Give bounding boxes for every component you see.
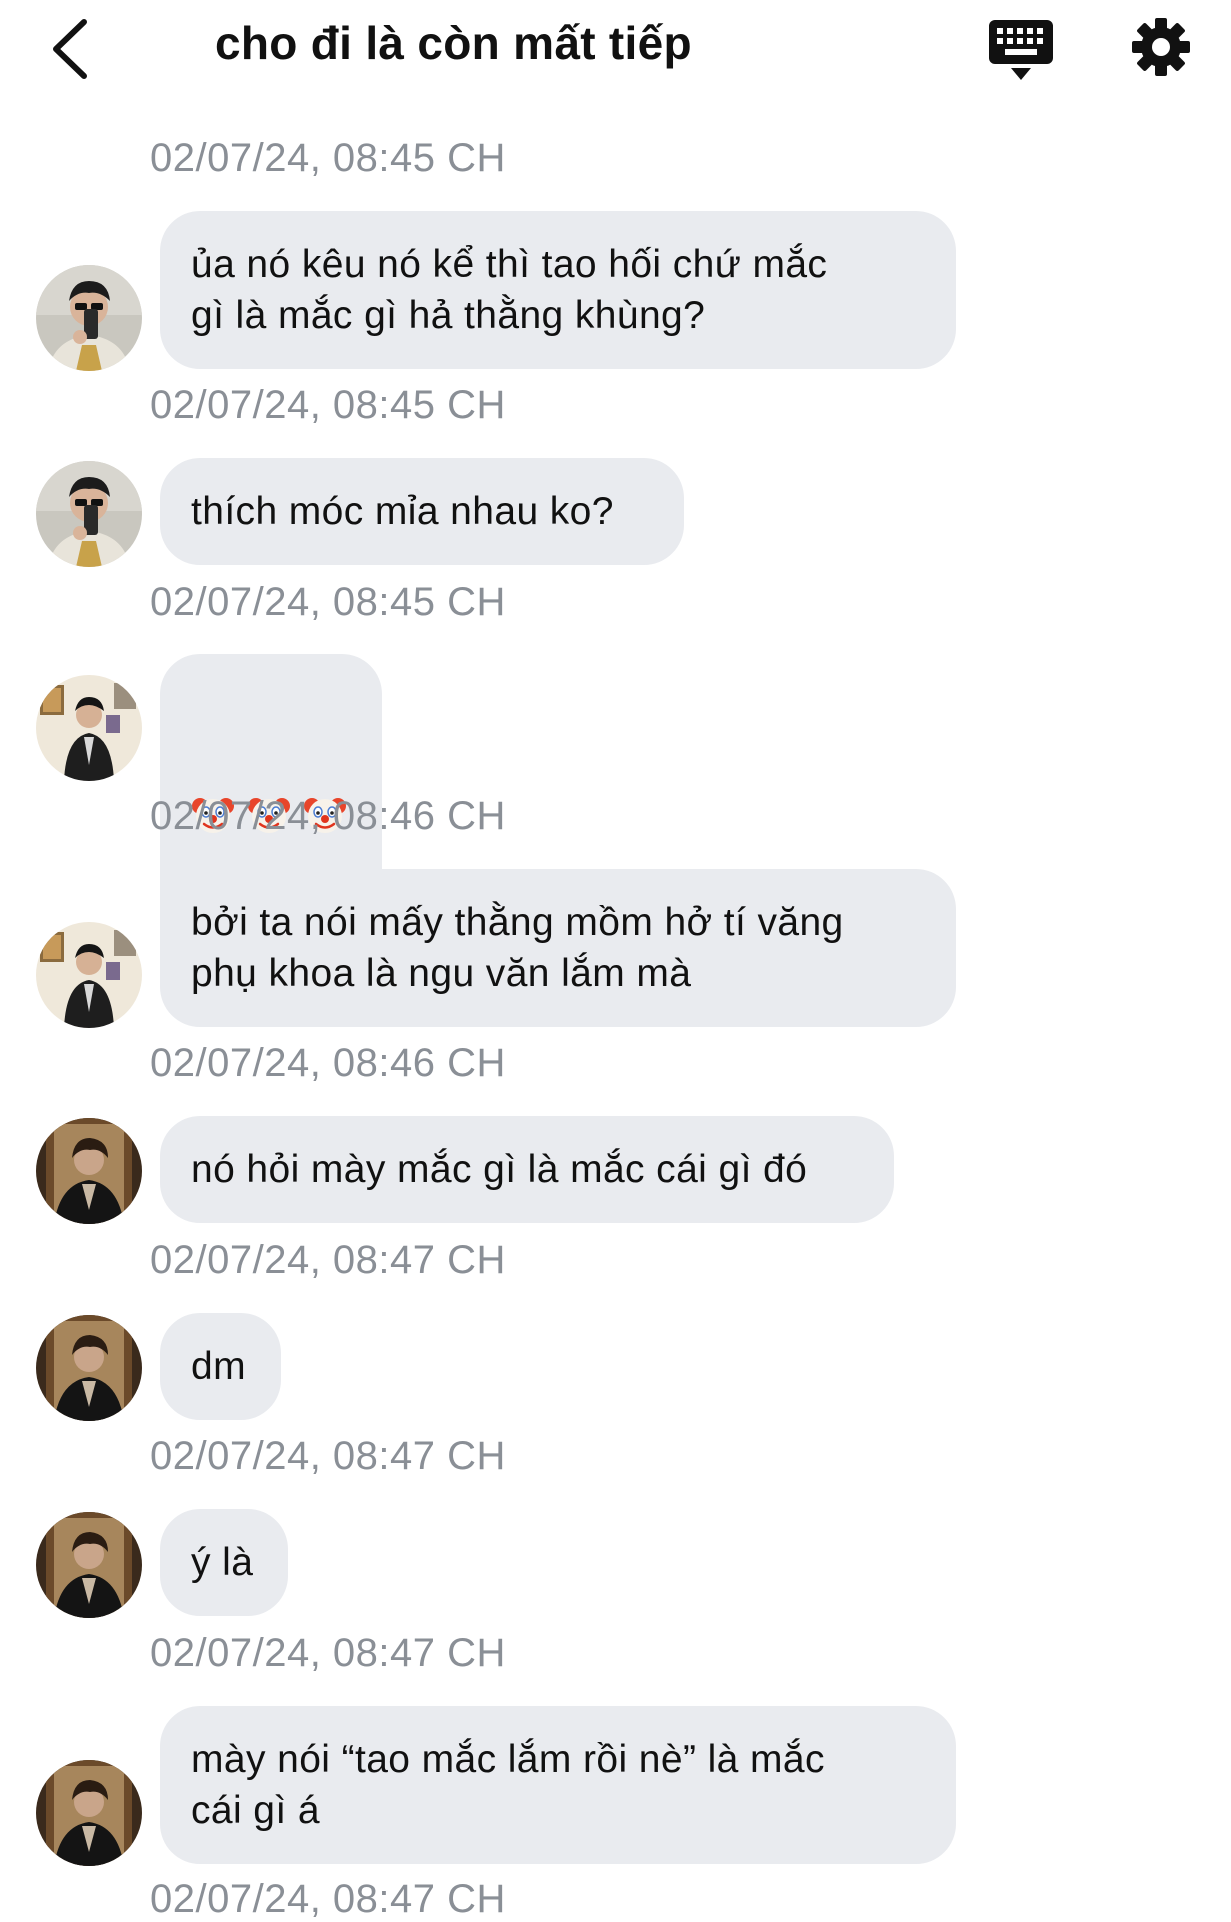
avatar[interactable] xyxy=(36,1315,142,1421)
avatar[interactable] xyxy=(36,1760,142,1866)
avatar[interactable] xyxy=(36,265,142,371)
message-timestamp: 02/07/24, 08:47 CH xyxy=(150,1238,506,1282)
message-timestamp: 02/07/24, 08:47 CH xyxy=(150,1434,506,1478)
avatar-dark-image xyxy=(36,1315,142,1421)
message-bubble[interactable]: mày nói “tao mắc lắm rồi nè” là mắc cái … xyxy=(160,1706,956,1864)
message-timestamp: 02/07/24, 08:45 CH xyxy=(150,580,506,624)
avatar[interactable] xyxy=(36,1118,142,1224)
message-timestamp: 02/07/24, 08:46 CH xyxy=(150,794,506,838)
message-bubble[interactable]: ủa nó kêu nó kể thì tao hối chứ mắc gì l… xyxy=(160,211,956,369)
message-bubble[interactable]: nó hỏi mày mắc gì là mắc cái gì đó xyxy=(160,1116,894,1223)
message-bubble[interactable]: bởi ta nói mấy thằng mồm hở tí văng phụ … xyxy=(160,869,956,1027)
message-bubble[interactable]: ý là xyxy=(160,1509,288,1616)
message-feed[interactable]: 02/07/24, 08:45 CH ủa nó kêu nó kể thì t… xyxy=(0,0,1231,1921)
avatar-jacket-image xyxy=(36,922,142,1028)
avatar-sunglasses-image xyxy=(36,265,142,371)
avatar-dark-image xyxy=(36,1512,142,1618)
message-bubble[interactable]: dm xyxy=(160,1313,281,1420)
avatar[interactable] xyxy=(36,675,142,781)
avatar[interactable] xyxy=(36,922,142,1028)
avatar-jacket-image xyxy=(36,675,142,781)
message-bubble[interactable]: thích móc mỉa nhau ko? xyxy=(160,458,684,565)
avatar-dark-image xyxy=(36,1760,142,1866)
message-timestamp: 02/07/24, 08:46 CH xyxy=(150,1041,506,1085)
avatar[interactable] xyxy=(36,461,142,567)
avatar[interactable] xyxy=(36,1512,142,1618)
message-timestamp: 02/07/24, 08:47 CH xyxy=(150,1877,506,1921)
message-timestamp: 02/07/24, 08:45 CH xyxy=(150,136,506,180)
avatar-sunglasses-image xyxy=(36,461,142,567)
avatar-dark-image xyxy=(36,1118,142,1224)
message-timestamp: 02/07/24, 08:45 CH xyxy=(150,383,506,427)
message-timestamp: 02/07/24, 08:47 CH xyxy=(150,1631,506,1675)
